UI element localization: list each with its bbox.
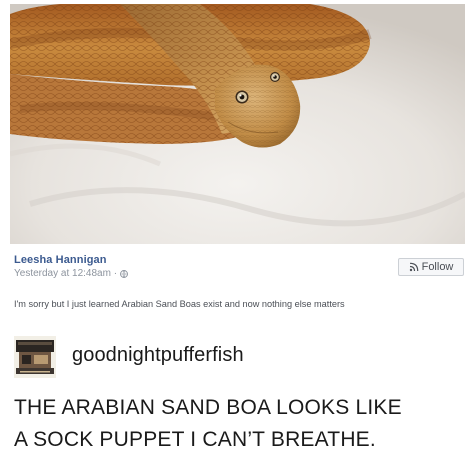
author-name[interactable]: Leesha Hannigan <box>14 254 107 266</box>
tumblr-post-body: THE ARABIAN SAND BOA LOOKS LIKE A SOCK P… <box>14 392 464 456</box>
rss-icon <box>409 262 419 272</box>
globe-icon <box>120 269 128 278</box>
post-timestamp[interactable]: Yesterday at 12:48am · <box>14 268 117 279</box>
avatar-image-icon <box>14 336 56 378</box>
avatar[interactable] <box>14 336 56 378</box>
tumblr-username[interactable]: goodnightpufferfish <box>72 344 244 367</box>
follow-button[interactable]: Follow <box>398 258 464 276</box>
post-photo[interactable] <box>10 4 465 244</box>
tumblr-body-line: THE ARABIAN SAND BOA LOOKS LIKE <box>14 396 402 419</box>
post-meta: Yesterday at 12:48am · <box>14 268 128 279</box>
tumblr-body-line: A SOCK PUPPET I CAN’T BREATHE. <box>14 428 376 451</box>
facebook-post: Leesha Hannigan Yesterday at 12:48am · F… <box>0 0 474 326</box>
post-text: I'm sorry but I just learned Arabian San… <box>14 299 345 309</box>
follow-label: Follow <box>421 261 454 273</box>
snake-photo-icon <box>10 4 465 244</box>
screenshot-page: Leesha Hannigan Yesterday at 12:48am · F… <box>0 0 474 473</box>
